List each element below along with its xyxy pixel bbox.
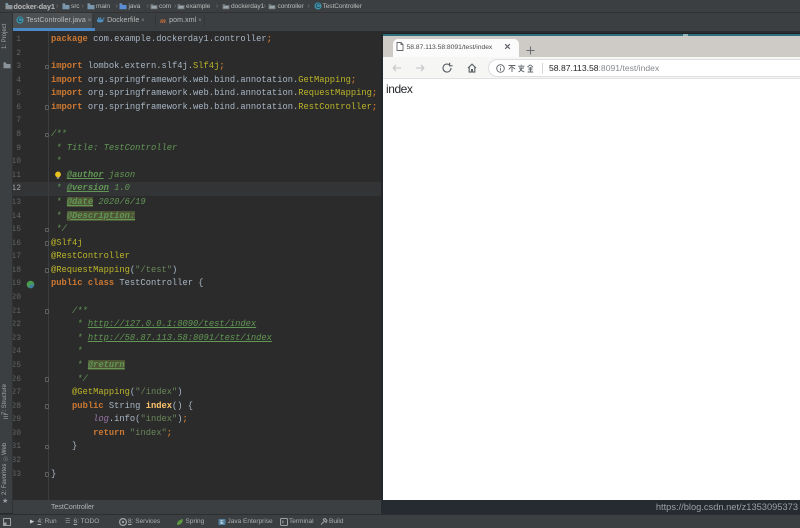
svg-text:m: m (160, 16, 166, 24)
svg-text:C: C (18, 18, 23, 24)
